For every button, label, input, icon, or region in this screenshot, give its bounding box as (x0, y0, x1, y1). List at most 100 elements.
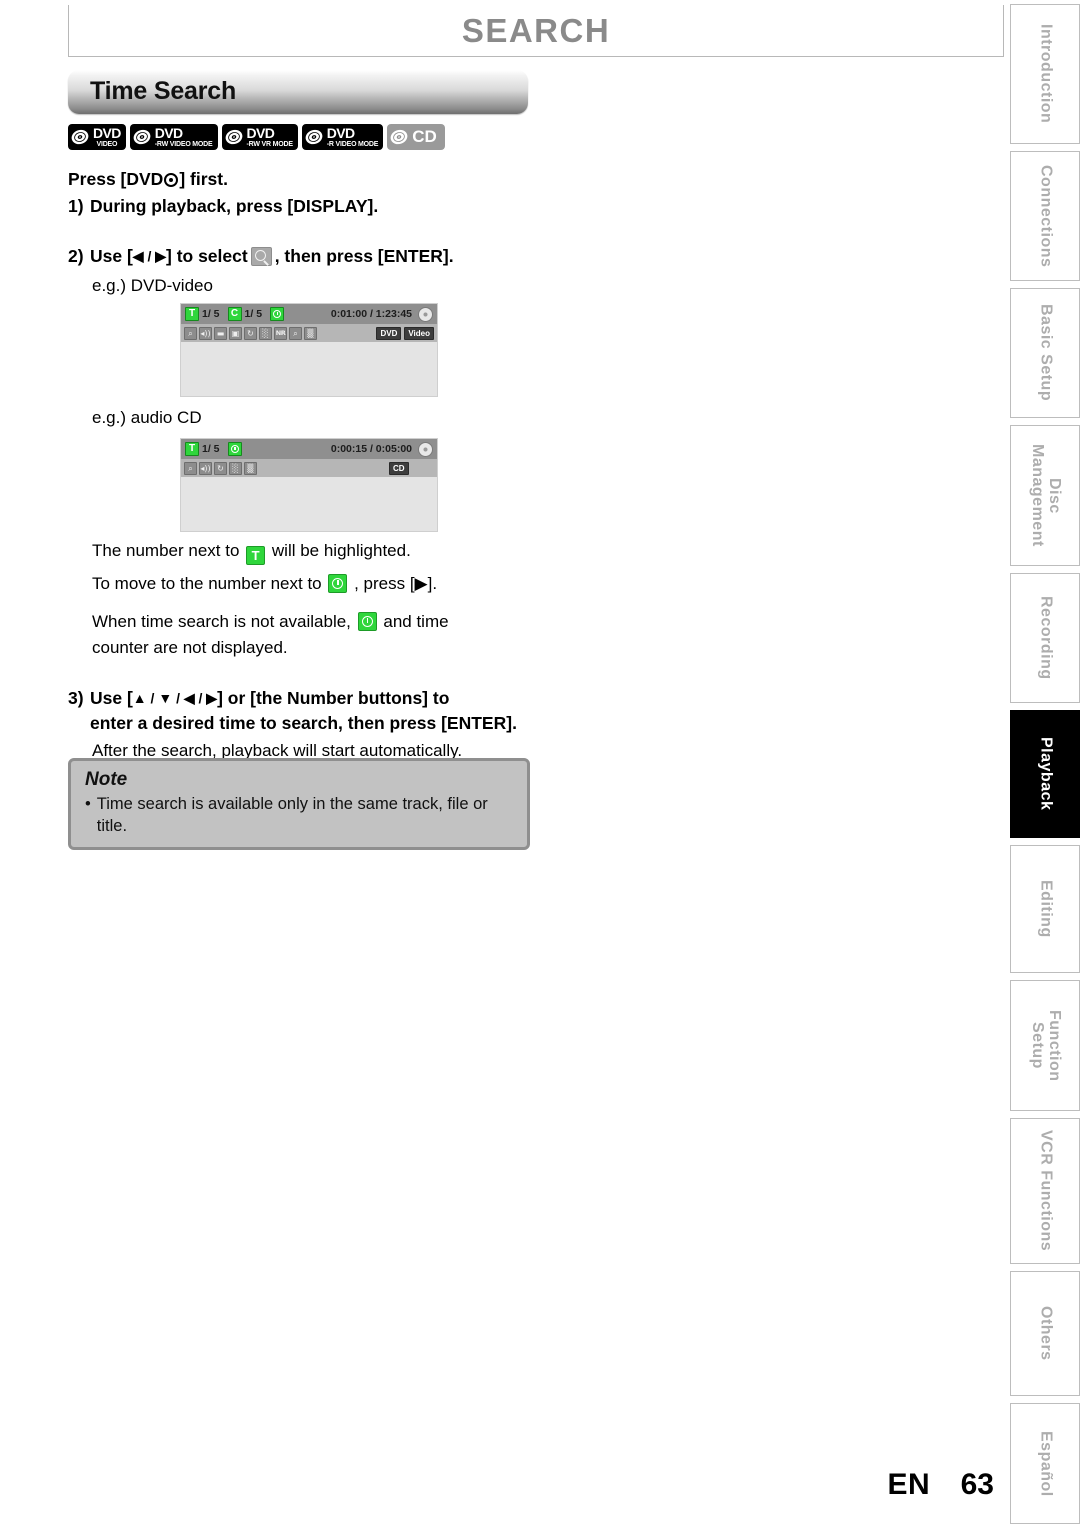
sidebar-item-label: Basic Setup (1037, 304, 1055, 402)
step-2-part3: , then press [ENTER]. (274, 245, 454, 266)
track-chip-icon: T (185, 442, 199, 456)
page-title: SEARCH (461, 12, 611, 49)
sidebar-item-label: Español (1037, 1430, 1055, 1497)
disc-badge-main-label: DVD (154, 125, 183, 141)
dvd-button-icon (164, 173, 179, 187)
disc-badge-dvd-r-video-mode: DVD -R VIDEO MODE (301, 124, 384, 150)
sidebar-item-label: Playback (1037, 737, 1055, 811)
surround-icon: ░ (229, 461, 242, 475)
sidebar-item-vcr-functions[interactable]: VCR Functions (1010, 1118, 1080, 1264)
direction-arrows: ▲ / ▼ / ◀ / ▶ (132, 689, 218, 706)
step-2-number: 2) (68, 245, 84, 266)
paragraph-3-before: When time search is not available, (92, 612, 351, 632)
disc-icon (418, 441, 433, 457)
disc-badge-main-label: DVD (93, 125, 121, 141)
osd-status-bar: T 1/ 5 0:00:15 / 0:05:00 (181, 439, 437, 459)
step-2-part2: ] to select (166, 245, 248, 266)
sidebar-item-espanol[interactable]: Español (1010, 1403, 1080, 1524)
sidebar-item-label: Connections (1037, 164, 1055, 268)
note-item: • Time search is available only in the s… (85, 793, 513, 838)
disc-badge-dvd-rw-video-mode: DVD -RW VIDEO MODE (129, 124, 218, 150)
disc-badge-main-label: DVD (246, 125, 275, 141)
disc-badge-main-label: CD (412, 127, 437, 146)
search-icon: ⌕ (184, 326, 197, 340)
sidebar-item-label: Disc Management (1029, 444, 1063, 547)
osd-title-count: 1/ 5 (202, 308, 220, 320)
bullet-icon: • (85, 795, 91, 813)
sidebar-item-introduction[interactable]: Introduction (1010, 4, 1080, 144)
note-box: Note • Time search is available only in … (68, 758, 530, 850)
osd-track-count: 1/ 5 (202, 443, 220, 455)
osd-time-counter: 0:01:00 / 1:23:45 (330, 308, 412, 320)
sidebar-item-label: Introduction (1037, 24, 1055, 124)
disc-badge-dvd-video: DVD VIDEO (68, 124, 126, 150)
example-label-dvd-video: e.g.) DVD-video (92, 276, 213, 295)
title-chip-icon: T (246, 545, 266, 565)
disc-icon (390, 129, 408, 145)
step-3-line2: enter a desired time to search, then pre… (90, 713, 517, 734)
sidebar-item-label: Editing (1037, 880, 1055, 938)
subtitle-icon: ▬ (214, 326, 227, 340)
sidebar-item-label: VCR Functions (1037, 1130, 1055, 1252)
paragraph-3-line2: counter are not displayed. (92, 638, 288, 658)
sidebar-item-playback[interactable]: Playback (1010, 710, 1080, 838)
disc-badge-sub-label: -RW VR MODE (246, 141, 293, 148)
clock-icon (227, 442, 242, 456)
surround-icon: ░ (259, 326, 272, 340)
sidebar-item-label: Function Setup (1029, 1009, 1063, 1082)
osd-icon-bar: ⌕ ◂)) ▬ ▣ ↻ ░ NR ⌕ ▒ DVD Video (181, 324, 437, 342)
disc-icon (305, 129, 323, 145)
audio-icon: ◂)) (199, 461, 212, 475)
note-title: Note (85, 769, 128, 790)
section-banner: Time Search (68, 70, 528, 114)
sidebar-item-basic-setup[interactable]: Basic Setup (1010, 288, 1080, 418)
disc-badge-sub-label: -R VIDEO MODE (326, 141, 379, 148)
playback-mode-icon: ▒ (304, 326, 317, 340)
step-1: 1) During playback, press [DISPLAY]. (68, 194, 568, 219)
sidebar-item-recording[interactable]: Recording (1010, 573, 1080, 703)
step-2-text: Use [◀ / ▶] to select , then press [ENTER… (90, 244, 568, 269)
clock-icon (270, 307, 285, 321)
left-right-arrows: ◀ / ▶ (132, 247, 166, 264)
paragraph-2-after: , press [▶]. (354, 573, 438, 593)
disc-badge-cd: CD (387, 124, 445, 150)
noise-reduction-icon: NR (274, 326, 287, 340)
disc-icon (418, 306, 433, 322)
sidebar-item-disc-management[interactable]: Disc Management (1010, 425, 1080, 566)
page-header: SEARCH (68, 5, 1004, 57)
sidebar-item-function-setup[interactable]: Function Setup (1010, 980, 1080, 1111)
step-1-number: 1) (68, 196, 84, 217)
paragraph-move-to-time: To move to the number next to , press [▶… (92, 571, 568, 597)
repeat-icon: ↻ (244, 326, 257, 340)
disc-badge-sub-label: VIDEO (96, 141, 118, 148)
section-title: Time Search (90, 77, 237, 105)
paragraph-2-before: To move to the number next to (92, 573, 322, 593)
disc-icon (71, 129, 89, 145)
step-3: 3) Use [▲ / ▼ / ◀ / ▶] or [the Number bu… (68, 686, 568, 737)
sidebar-item-others[interactable]: Others (1010, 1271, 1080, 1396)
step-3-number: 3) (68, 687, 84, 708)
paragraph-3-after: and time (383, 612, 449, 632)
audio-icon: ◂)) (199, 326, 212, 340)
sidebar-item-connections[interactable]: Connections (1010, 151, 1080, 281)
paragraph-title-highlight: The number next to T will be highlighted… (92, 538, 568, 565)
osd-example-audio-cd: T 1/ 5 0:00:15 / 0:05:00 ⌕ ◂)) ↻ ░ ▒ CD (180, 438, 438, 532)
playback-mode-icon: ▒ (244, 461, 257, 475)
sidebar-item-editing[interactable]: Editing (1010, 845, 1080, 973)
osd-example-dvd-video: T 1/ 5 C 1/ 5 0:01:00 / 1:23:45 ⌕ ◂)) ▬ … (180, 303, 438, 397)
angle-icon: ▣ (229, 326, 242, 340)
step-1-text: During playback, press [DISPLAY]. (90, 196, 379, 217)
osd-status-bar: T 1/ 5 C 1/ 5 0:01:00 / 1:23:45 (181, 304, 437, 324)
step-3-part2: ] or [the Number buttons] to (217, 687, 450, 708)
step-3-part1: Use [ (90, 687, 133, 708)
press-dvd-line: Press [DVD] first. (68, 166, 568, 192)
zoom-icon: ⌕ (289, 326, 302, 340)
osd-time-counter: 0:00:15 / 0:05:00 (330, 443, 412, 455)
step-2-part1: Use [ (90, 245, 133, 266)
step-2: 2) Use [◀ / ▶] to select , then press [EN… (68, 244, 568, 269)
search-icon: ⌕ (184, 461, 197, 475)
sidebar: Introduction Connections Basic Setup Dis… (1010, 4, 1080, 1524)
sidebar-item-label: Recording (1037, 596, 1055, 680)
paragraph-1-before: The number next to (92, 540, 240, 560)
search-icon (250, 246, 272, 266)
